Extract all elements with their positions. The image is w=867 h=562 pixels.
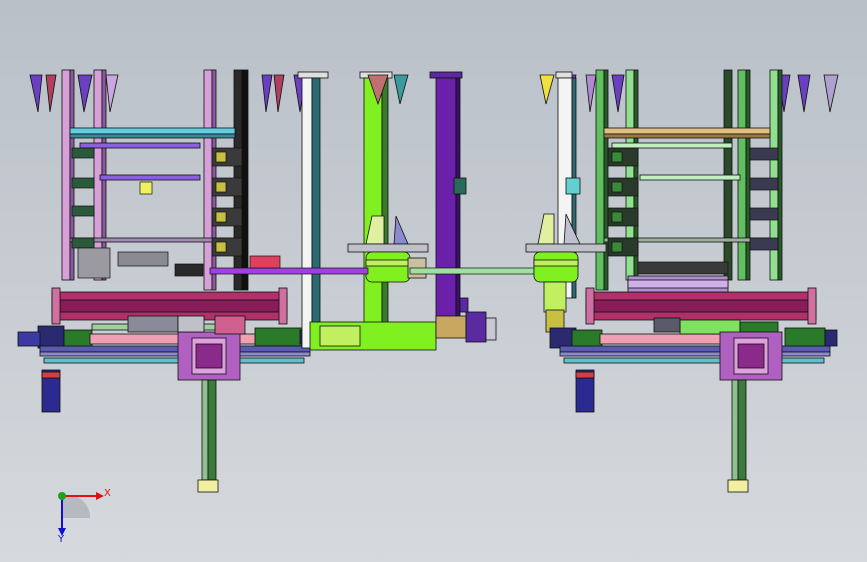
left-base-assembly [17,315,313,413]
right-base-assembly [549,317,838,413]
triad-origin [58,492,66,500]
triad-x-label: X [104,488,111,499]
center-drive-unit [309,215,497,351]
left-vertical-leg [197,379,219,493]
center-tall-columns [297,71,467,349]
right-module [525,69,839,493]
coordinate-triad: X Y [57,488,111,545]
right-vertical-leg [727,379,749,493]
cad-viewport[interactable]: X Y [0,0,867,562]
right-top-fingers [539,74,839,113]
left-module [17,69,313,493]
right-main-beam [585,275,817,325]
triad-y-label: Y [57,534,65,545]
